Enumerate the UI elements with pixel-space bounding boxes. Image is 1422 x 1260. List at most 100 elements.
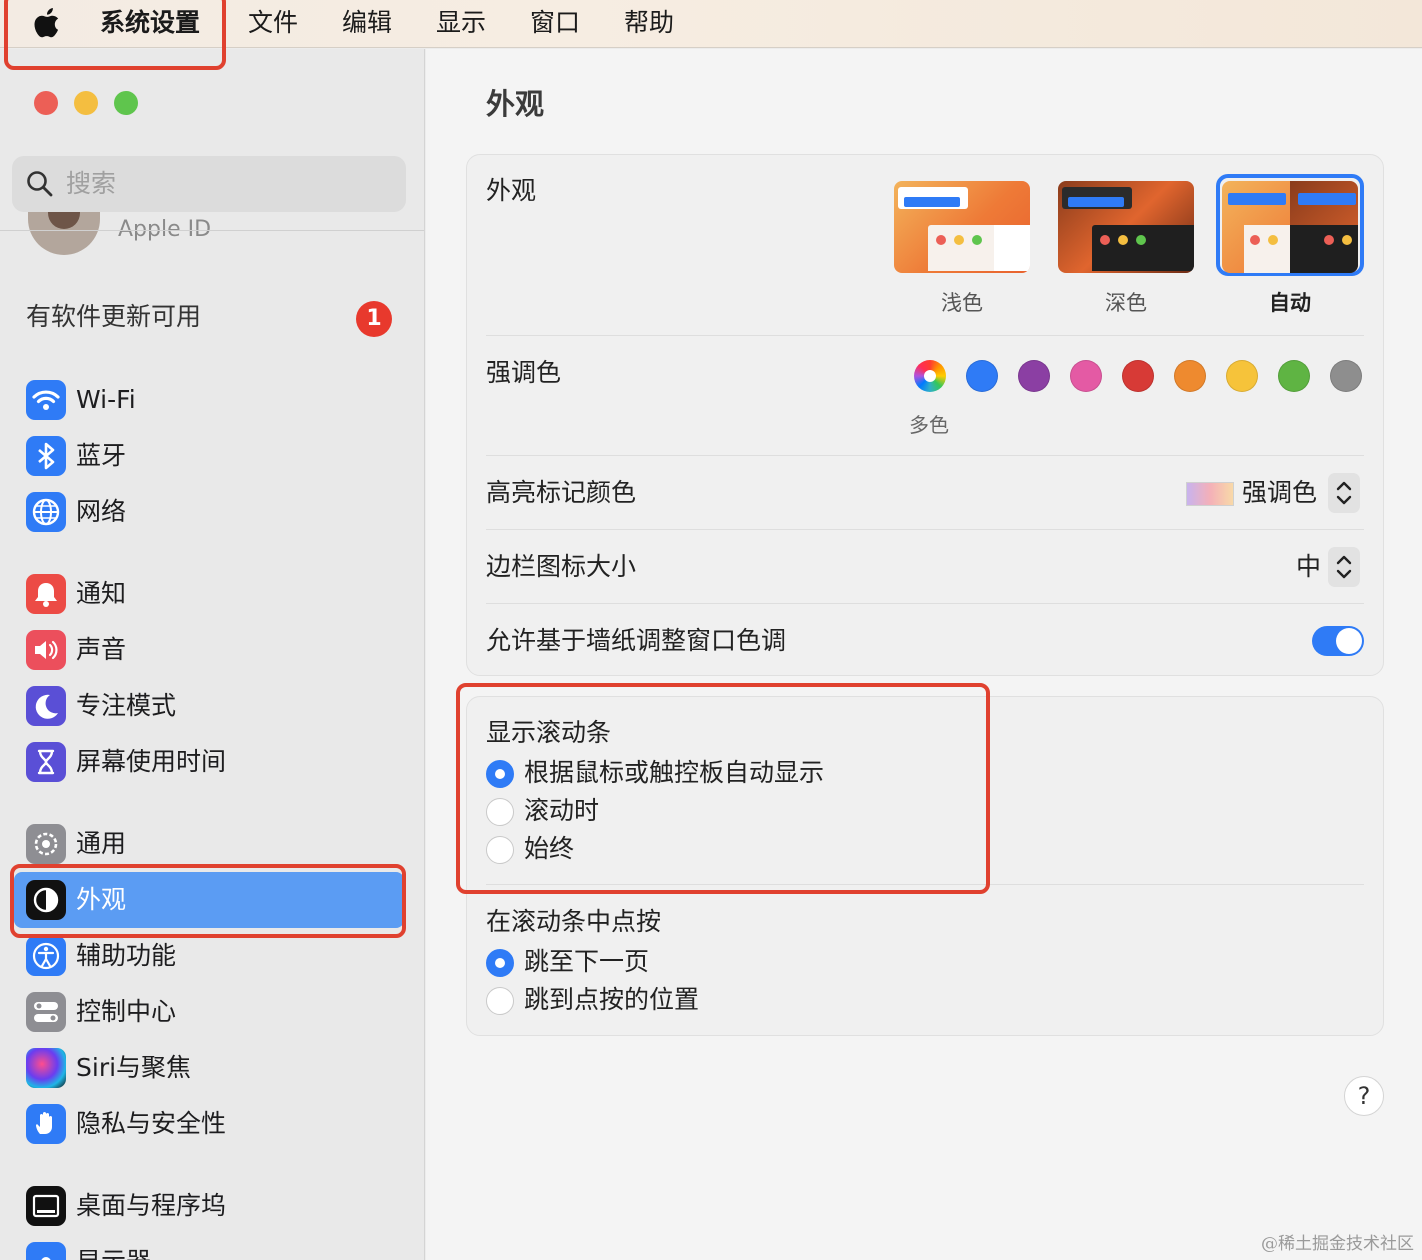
- accent-color-label: 强调色: [486, 358, 562, 387]
- sidebar-item-label: Wi-Fi: [76, 385, 136, 414]
- sidebar-item-label: 声音: [76, 635, 127, 664]
- menu-help[interactable]: 帮助: [624, 6, 674, 40]
- appearance-label: 外观: [486, 176, 537, 205]
- row-divider: [486, 603, 1364, 604]
- accent-swatch[interactable]: [966, 360, 998, 392]
- click-jump-spot-label[interactable]: 跳到点按的位置: [524, 982, 699, 1018]
- accent-swatch[interactable]: [1122, 360, 1154, 392]
- scrollbar-auto-label[interactable]: 根据鼠标或触控板自动显示: [524, 755, 824, 791]
- row-divider: [486, 884, 1364, 885]
- sidebar-icon-size-stepper[interactable]: [1328, 547, 1360, 587]
- sidebar-item-bluetooth[interactable]: 蓝牙: [14, 428, 404, 484]
- accent-swatch[interactable]: [1018, 360, 1050, 392]
- scrollbar-always-radio[interactable]: [486, 836, 514, 864]
- highlight-color-value[interactable]: 强调色: [1242, 475, 1317, 511]
- multicolor-caption: 多色: [909, 413, 949, 437]
- speaker-icon: [26, 630, 66, 670]
- sidebar-item-desktop-dock[interactable]: 桌面与程序坞: [14, 1178, 404, 1234]
- highlight-color-label: 高亮标记颜色: [486, 478, 637, 507]
- sidebar-item-control-center[interactable]: 控制中心: [14, 984, 404, 1040]
- close-window-button[interactable]: [34, 91, 58, 115]
- sidebar-item-screen-time[interactable]: 屏幕使用时间: [14, 734, 404, 790]
- row-divider: [486, 529, 1364, 530]
- sidebar-item-label: 屏幕使用时间: [76, 747, 227, 776]
- menu-app-name[interactable]: 系统设置: [100, 6, 200, 40]
- highlight-color-preview: [1186, 482, 1234, 506]
- accent-swatch[interactable]: [1330, 360, 1362, 392]
- toggle-knob: [1336, 628, 1362, 654]
- moon-icon: [26, 686, 66, 726]
- menu-file[interactable]: 文件: [248, 6, 298, 40]
- appearance-auto-caption: 自动: [1269, 291, 1311, 315]
- sidebar-item-notifications[interactable]: 通知: [14, 566, 404, 622]
- page-title: 外观: [486, 87, 545, 121]
- dock-icon: [26, 1186, 66, 1226]
- menu-window[interactable]: 窗口: [530, 6, 580, 40]
- sidebar-item-displays[interactable]: 显示器: [14, 1234, 404, 1260]
- swatch-selected-dot: [924, 370, 936, 382]
- sidebar-item-label: 显示器: [76, 1244, 151, 1260]
- accent-swatch[interactable]: [1226, 360, 1258, 392]
- scrollbar-always-label[interactable]: 始终: [524, 831, 574, 867]
- appearance-icon: [26, 880, 66, 920]
- appearance-option-dark[interactable]: [1058, 181, 1194, 273]
- menu-view[interactable]: 显示: [436, 6, 486, 40]
- search-input[interactable]: 搜索: [12, 156, 406, 212]
- scrollbar-auto-radio[interactable]: [486, 760, 514, 788]
- apple-logo-icon[interactable]: [34, 8, 62, 38]
- menu-bar: 系统设置 文件 编辑 显示 窗口 帮助: [0, 0, 1422, 48]
- zoom-window-button[interactable]: [114, 91, 138, 115]
- accent-swatch-multicolor[interactable]: [914, 360, 946, 392]
- sidebar-item-privacy[interactable]: 隐私与安全性: [14, 1096, 404, 1152]
- sidebar-item-label: 外观: [76, 885, 127, 914]
- search-placeholder: 搜索: [66, 169, 117, 198]
- update-count-badge: 1: [356, 301, 392, 337]
- main-content: 外观 外观 浅色 深色 自动 强调色 多色 高亮标记颜色 强调色 边栏图标大小 …: [426, 49, 1422, 1260]
- click-scrollbar-label: 在滚动条中点按: [486, 907, 662, 936]
- sidebar-item-sound[interactable]: 声音: [14, 622, 404, 678]
- click-next-page-radio[interactable]: [486, 949, 514, 977]
- sidebar-item-network[interactable]: 网络: [14, 484, 404, 540]
- accent-swatch[interactable]: [1278, 360, 1310, 392]
- click-next-page-label[interactable]: 跳至下一页: [524, 944, 649, 980]
- sidebar-item-accessibility[interactable]: 辅助功能: [14, 928, 404, 984]
- sidebar-item-label: 控制中心: [76, 997, 177, 1026]
- sidebar-item-focus[interactable]: 专注模式: [14, 678, 404, 734]
- search-divider: [0, 230, 424, 231]
- chevron-up-down-icon: [1336, 555, 1352, 579]
- show-scrollbars-label: 显示滚动条: [486, 718, 612, 747]
- software-update-label[interactable]: 有软件更新可用: [26, 299, 201, 335]
- appearance-light-caption: 浅色: [941, 291, 983, 315]
- appearance-option-light[interactable]: [894, 181, 1030, 273]
- sidebar-item-label: 专注模式: [76, 691, 177, 720]
- sidebar-item-appearance[interactable]: 外观: [14, 872, 404, 928]
- sidebar-icon-size-value[interactable]: 中: [1296, 549, 1321, 585]
- gear-icon: [26, 824, 66, 864]
- scrollbar-when-scrolling-label[interactable]: 滚动时: [524, 793, 599, 829]
- sidebar-item-wifi[interactable]: Wi-Fi: [14, 372, 404, 428]
- sidebar-item-label: 通用: [76, 829, 127, 858]
- bell-icon: [26, 574, 66, 614]
- hourglass-icon: [26, 742, 66, 782]
- appearance-option-auto[interactable]: [1222, 181, 1358, 273]
- scrollbar-when-scrolling-radio[interactable]: [486, 798, 514, 826]
- accent-swatch[interactable]: [1070, 360, 1102, 392]
- appearance-dark-caption: 深色: [1105, 291, 1147, 315]
- sidebar-item-general[interactable]: 通用: [14, 816, 404, 872]
- help-button[interactable]: ?: [1344, 1076, 1384, 1116]
- wallpaper-tinting-toggle[interactable]: [1312, 626, 1364, 656]
- control-center-icon: [26, 992, 66, 1032]
- bluetooth-icon: [26, 436, 66, 476]
- menu-edit[interactable]: 编辑: [342, 6, 392, 40]
- click-jump-spot-radio[interactable]: [486, 987, 514, 1015]
- avatar[interactable]: [28, 209, 100, 255]
- highlight-color-stepper[interactable]: [1328, 473, 1360, 513]
- minimize-window-button[interactable]: [74, 91, 98, 115]
- sidebar-item-siri[interactable]: Siri与聚焦: [14, 1040, 404, 1096]
- sidebar-item-label: 桌面与程序坞: [76, 1191, 227, 1220]
- row-divider: [486, 455, 1364, 456]
- display-icon: [26, 1242, 66, 1260]
- accent-swatch[interactable]: [1174, 360, 1206, 392]
- sidebar: Apple ID 搜索 有软件更新可用 1 Wi-Fi 蓝牙 网络 通知 声音 …: [0, 49, 425, 1260]
- chevron-up-down-icon: [1336, 481, 1352, 505]
